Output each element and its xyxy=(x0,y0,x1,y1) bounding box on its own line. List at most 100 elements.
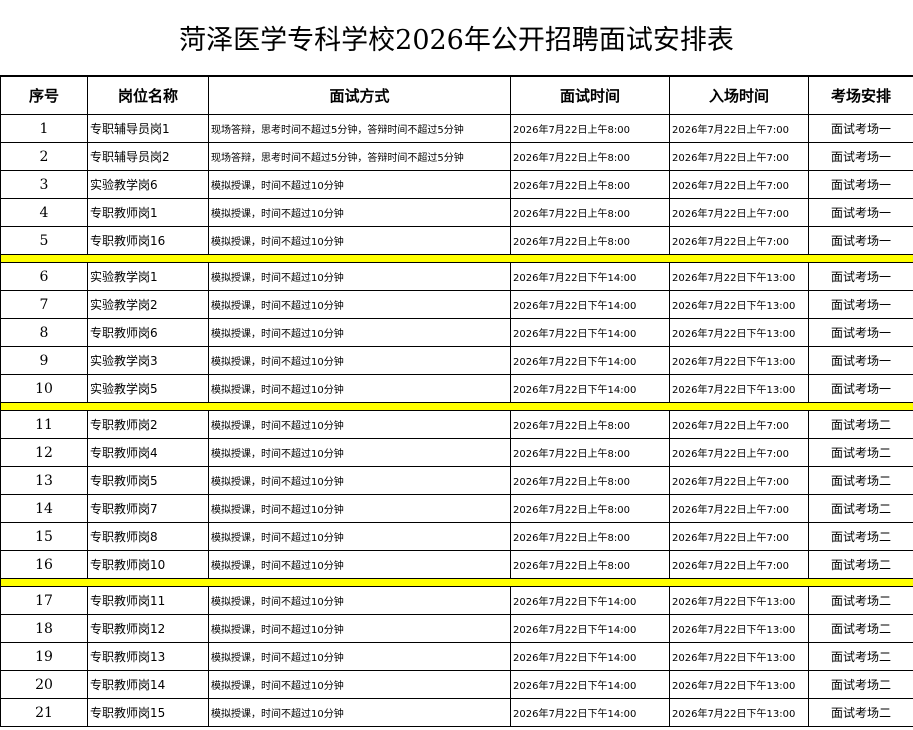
table-row: 18 专职教师岗12 模拟授课，时间不超过10分钟 2026年7月22日下午14:00… xyxy=(0,614,913,643)
cell-room: 面试考场二 xyxy=(808,614,913,643)
cell-number: 16 xyxy=(0,550,88,579)
cell-number: 12 xyxy=(0,438,88,467)
cell-entry-time: 2026年7月22日下午13:00 xyxy=(669,374,809,403)
table-row: 20 专职教师岗14 模拟授课，时间不超过10分钟 2026年7月22日下午14:00… xyxy=(0,670,913,699)
cell-method: 模拟授课，时间不超过10分钟 xyxy=(208,550,511,579)
separator-cell xyxy=(0,402,913,411)
cell-entry-time: 2026年7月22日上午7:00 xyxy=(669,466,809,495)
cell-entry-time: 2026年7月22日下午13:00 xyxy=(669,670,809,699)
cell-method: 模拟授课，时间不超过10分钟 xyxy=(208,198,511,227)
cell-position: 专职教师岗14 xyxy=(87,670,209,699)
cell-position: 专职教师岗12 xyxy=(87,614,209,643)
cell-interview-time: 2026年7月22日上午8:00 xyxy=(510,550,670,579)
cell-method: 模拟授课，时间不超过10分钟 xyxy=(208,346,511,375)
cell-interview-time: 2026年7月22日下午14:00 xyxy=(510,670,670,699)
cell-interview-time: 2026年7月22日上午8:00 xyxy=(510,142,670,171)
cell-method: 模拟授课，时间不超过10分钟 xyxy=(208,642,511,671)
cell-room: 面试考场二 xyxy=(808,670,913,699)
cell-method: 模拟授课，时间不超过10分钟 xyxy=(208,698,511,727)
cell-number: 10 xyxy=(0,374,88,403)
table-row: 9 实验教学岗3 模拟授课，时间不超过10分钟 2026年7月22日下午14:00 20… xyxy=(0,346,913,375)
header-number: 序号 xyxy=(0,76,88,115)
cell-interview-time: 2026年7月22日上午8:00 xyxy=(510,438,670,467)
table-body: 1 专职辅导员岗1 现场答辩，思考时间不超过5分钟，答辩时间不超过5分钟 2026年7… xyxy=(0,114,913,727)
cell-method: 模拟授课，时间不超过10分钟 xyxy=(208,466,511,495)
cell-interview-time: 2026年7月22日下午14:00 xyxy=(510,614,670,643)
cell-position: 专职教师岗2 xyxy=(87,410,209,439)
cell-method: 模拟授课，时间不超过10分钟 xyxy=(208,262,511,291)
cell-position: 专职教师岗10 xyxy=(87,550,209,579)
cell-room: 面试考场一 xyxy=(808,226,913,255)
cell-entry-time: 2026年7月22日上午7:00 xyxy=(669,550,809,579)
cell-method: 模拟授课，时间不超过10分钟 xyxy=(208,410,511,439)
cell-method: 模拟授课，时间不超过10分钟 xyxy=(208,318,511,347)
cell-number: 18 xyxy=(0,614,88,643)
table-row: 10 实验教学岗5 模拟授课，时间不超过10分钟 2026年7月22日下午14:00 2… xyxy=(0,374,913,403)
cell-number: 2 xyxy=(0,142,88,171)
cell-room: 面试考场二 xyxy=(808,438,913,467)
table-row: 5 专职教师岗16 模拟授课，时间不超过10分钟 2026年7月22日上午8:00 20… xyxy=(0,226,913,255)
cell-entry-time: 2026年7月22日下午13:00 xyxy=(669,318,809,347)
group-separator xyxy=(0,578,913,587)
cell-position: 专职教师岗13 xyxy=(87,642,209,671)
group-separator xyxy=(0,402,913,411)
cell-entry-time: 2026年7月22日上午7:00 xyxy=(669,170,809,199)
cell-interview-time: 2026年7月22日上午8:00 xyxy=(510,522,670,551)
cell-position: 实验教学岗6 xyxy=(87,170,209,199)
cell-entry-time: 2026年7月22日下午13:00 xyxy=(669,586,809,615)
cell-number: 4 xyxy=(0,198,88,227)
header-entry-time: 入场时间 xyxy=(669,76,809,115)
cell-interview-time: 2026年7月22日下午14:00 xyxy=(510,318,670,347)
table-row: 2 专职辅导员岗2 现场答辩，思考时间不超过5分钟，答辩时间不超过5分钟 2026年7… xyxy=(0,142,913,171)
table-row: 19 专职教师岗13 模拟授课，时间不超过10分钟 2026年7月22日下午14:00… xyxy=(0,642,913,671)
cell-room: 面试考场一 xyxy=(808,346,913,375)
cell-room: 面试考场二 xyxy=(808,522,913,551)
cell-position: 专职教师岗15 xyxy=(87,698,209,727)
cell-entry-time: 2026年7月22日上午7:00 xyxy=(669,114,809,143)
separator-cell xyxy=(0,578,913,587)
cell-interview-time: 2026年7月22日上午8:00 xyxy=(510,410,670,439)
cell-method: 模拟授课，时间不超过10分钟 xyxy=(208,438,511,467)
cell-position: 专职辅导员岗1 xyxy=(87,114,209,143)
cell-interview-time: 2026年7月22日下午14:00 xyxy=(510,586,670,615)
cell-position: 实验教学岗3 xyxy=(87,346,209,375)
cell-room: 面试考场二 xyxy=(808,642,913,671)
cell-room: 面试考场一 xyxy=(808,262,913,291)
cell-position: 专职教师岗5 xyxy=(87,466,209,495)
cell-room: 面试考场二 xyxy=(808,494,913,523)
cell-interview-time: 2026年7月22日下午14:00 xyxy=(510,290,670,319)
table-row: 21 专职教师岗15 模拟授课，时间不超过10分钟 2026年7月22日下午14:00… xyxy=(0,698,913,727)
table-row: 15 专职教师岗8 模拟授课，时间不超过10分钟 2026年7月22日上午8:00 20… xyxy=(0,522,913,551)
cell-entry-time: 2026年7月22日上午7:00 xyxy=(669,226,809,255)
table-row: 11 专职教师岗2 模拟授课，时间不超过10分钟 2026年7月22日上午8:00 20… xyxy=(0,410,913,439)
cell-interview-time: 2026年7月22日下午14:00 xyxy=(510,642,670,671)
cell-number: 20 xyxy=(0,670,88,699)
table-row: 14 专职教师岗7 模拟授课，时间不超过10分钟 2026年7月22日上午8:00 20… xyxy=(0,494,913,523)
cell-number: 21 xyxy=(0,698,88,727)
cell-interview-time: 2026年7月22日上午8:00 xyxy=(510,466,670,495)
table-row: 16 专职教师岗10 模拟授课，时间不超过10分钟 2026年7月22日上午8:00 2… xyxy=(0,550,913,579)
cell-entry-time: 2026年7月22日上午7:00 xyxy=(669,198,809,227)
table-row: 1 专职辅导员岗1 现场答辩，思考时间不超过5分钟，答辩时间不超过5分钟 2026年7… xyxy=(0,114,913,143)
cell-interview-time: 2026年7月22日上午8:00 xyxy=(510,226,670,255)
cell-interview-time: 2026年7月22日下午14:00 xyxy=(510,698,670,727)
cell-method: 现场答辩，思考时间不超过5分钟，答辩时间不超过5分钟 xyxy=(208,142,511,171)
cell-room: 面试考场二 xyxy=(808,698,913,727)
cell-number: 6 xyxy=(0,262,88,291)
cell-room: 面试考场二 xyxy=(808,550,913,579)
cell-position: 专职教师岗1 xyxy=(87,198,209,227)
cell-position: 专职教师岗8 xyxy=(87,522,209,551)
cell-interview-time: 2026年7月22日上午8:00 xyxy=(510,494,670,523)
cell-room: 面试考场一 xyxy=(808,374,913,403)
cell-number: 19 xyxy=(0,642,88,671)
cell-method: 模拟授课，时间不超过10分钟 xyxy=(208,290,511,319)
cell-method: 模拟授课，时间不超过10分钟 xyxy=(208,670,511,699)
cell-entry-time: 2026年7月22日下午13:00 xyxy=(669,698,809,727)
table-row: 3 实验教学岗6 模拟授课，时间不超过10分钟 2026年7月22日上午8:00 202… xyxy=(0,170,913,199)
cell-position: 专职教师岗4 xyxy=(87,438,209,467)
cell-method: 模拟授课，时间不超过10分钟 xyxy=(208,226,511,255)
cell-number: 8 xyxy=(0,318,88,347)
cell-method: 现场答辩，思考时间不超过5分钟，答辩时间不超过5分钟 xyxy=(208,114,511,143)
cell-number: 9 xyxy=(0,346,88,375)
cell-method: 模拟授课，时间不超过10分钟 xyxy=(208,170,511,199)
